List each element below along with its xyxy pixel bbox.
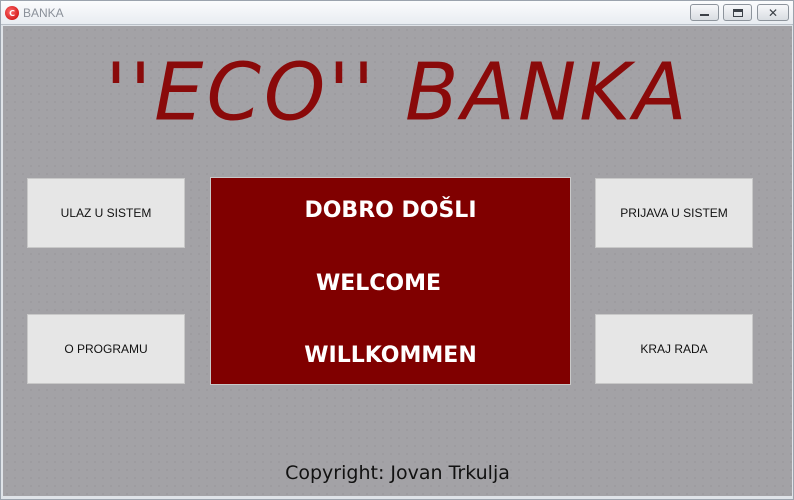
app-window: C BANKA ✕ ''ECO'' BANKA ULAZ U SISTEM O … bbox=[0, 0, 794, 500]
brand-title: ''ECO'' BANKA bbox=[105, 47, 690, 139]
minimize-button[interactable] bbox=[690, 4, 719, 21]
welcome-text-english: WELCOME bbox=[315, 271, 442, 296]
main-form: ''ECO'' BANKA ULAZ U SISTEM O PROGRAMU P… bbox=[3, 26, 792, 496]
title-bar[interactable]: C BANKA ✕ bbox=[1, 1, 793, 25]
close-icon: ✕ bbox=[767, 5, 779, 20]
exit-button[interactable]: KRAJ RADA bbox=[595, 314, 753, 384]
login-system-button[interactable]: PRIJAVA U SISTEM bbox=[595, 178, 753, 248]
app-logo-icon: C bbox=[5, 6, 19, 20]
minimize-icon bbox=[700, 14, 709, 16]
welcome-text-serbian: DOBRO DOŠLI bbox=[304, 198, 477, 223]
copyright-text: Copyright: Jovan Trkulja bbox=[285, 462, 510, 484]
window-title: BANKA bbox=[23, 6, 64, 20]
welcome-panel: DOBRO DOŠLI WELCOME WILLKOMMEN bbox=[210, 177, 571, 385]
close-button[interactable]: ✕ bbox=[757, 4, 789, 21]
welcome-text-german: WILLKOMMEN bbox=[304, 343, 477, 368]
enter-system-button[interactable]: ULAZ U SISTEM bbox=[27, 178, 185, 248]
about-program-button[interactable]: O PROGRAMU bbox=[27, 314, 185, 384]
maximize-icon bbox=[732, 8, 743, 17]
maximize-button[interactable] bbox=[723, 4, 752, 21]
